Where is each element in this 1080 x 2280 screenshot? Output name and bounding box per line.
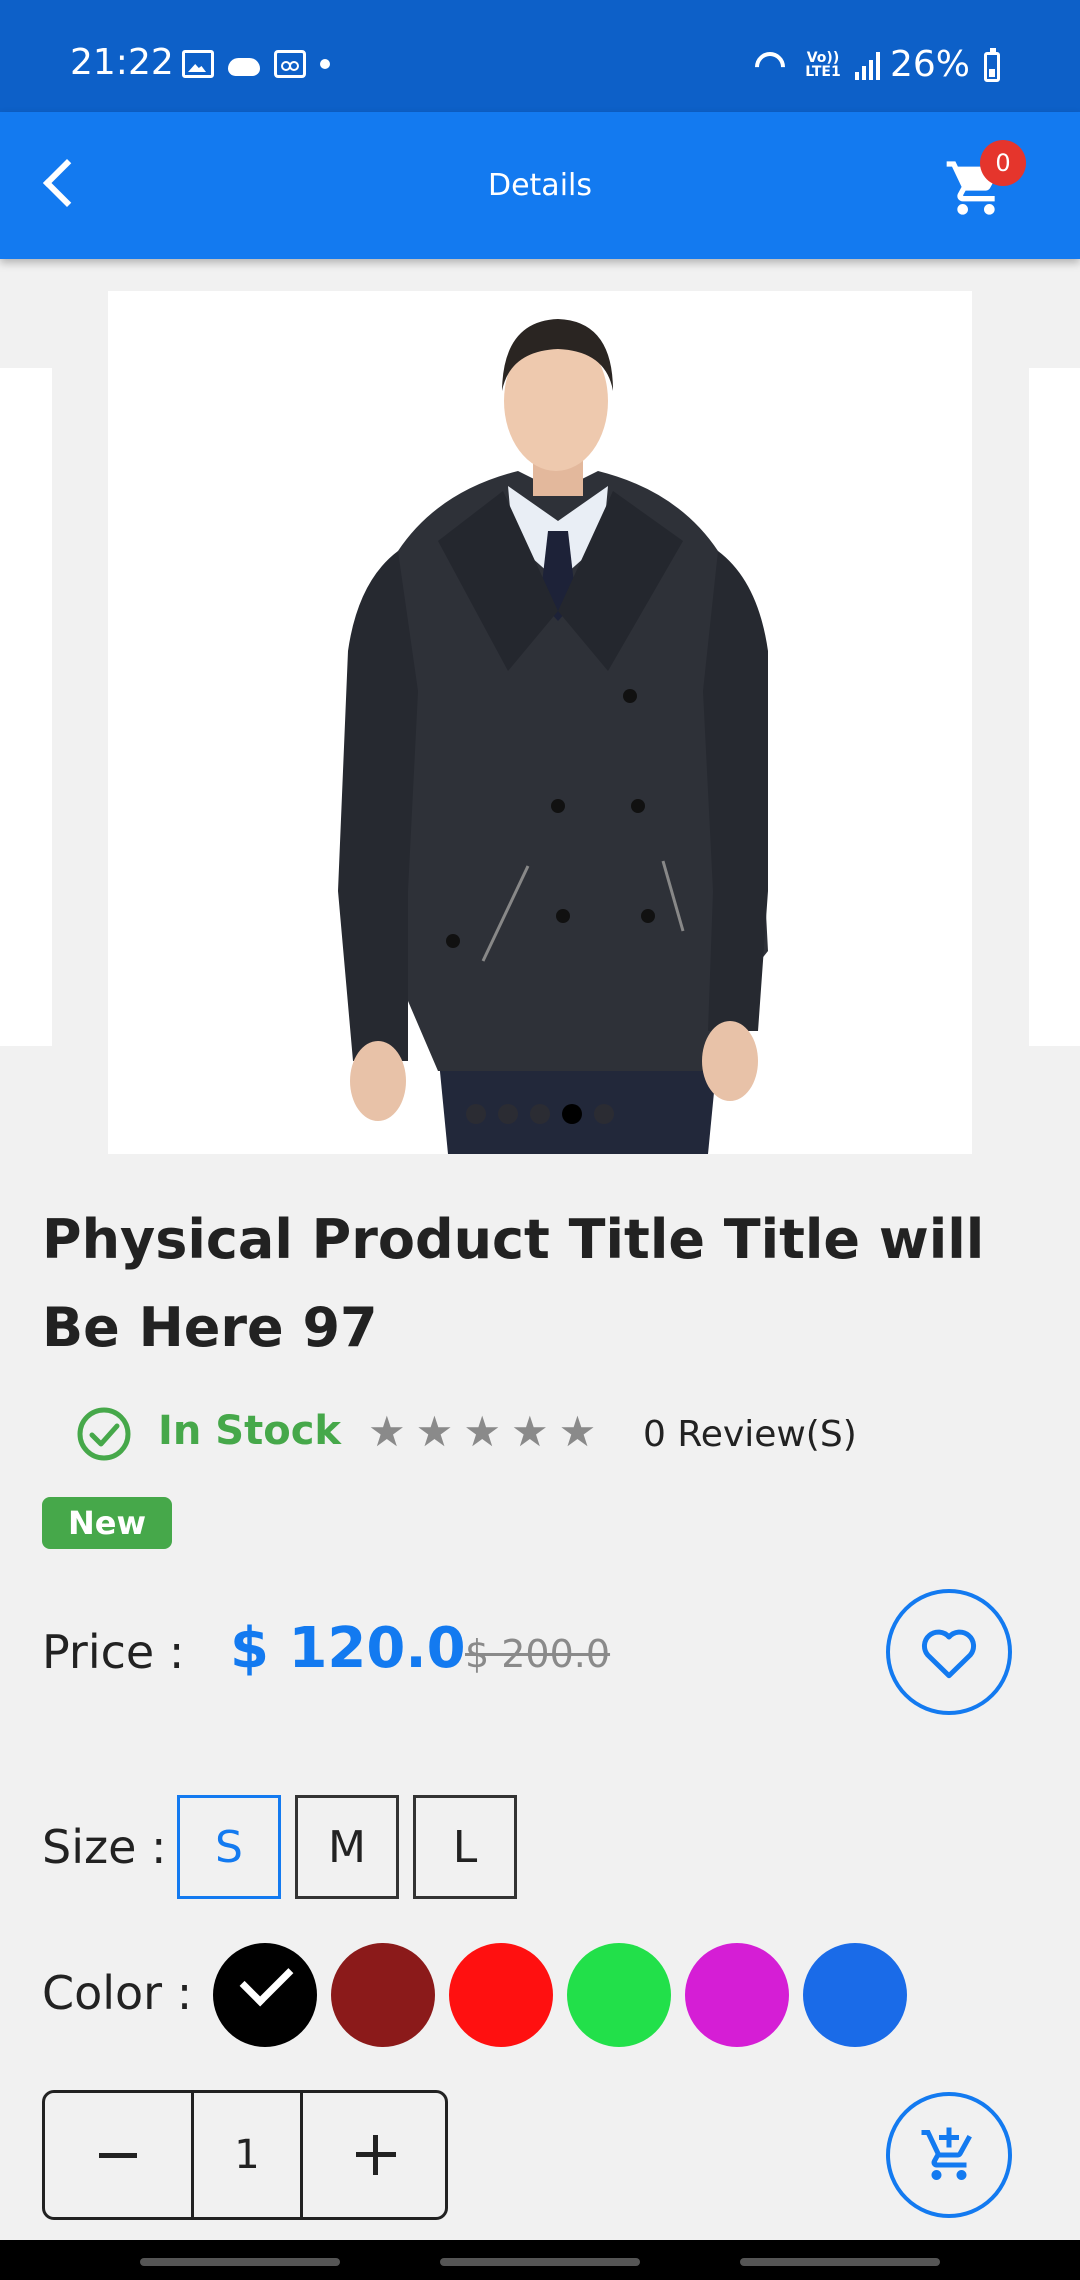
- app-bar: Details: [0, 112, 1080, 259]
- carousel-dot[interactable]: [530, 1104, 550, 1124]
- system-nav-bar: [0, 2240, 1080, 2280]
- size-label: Size :: [42, 1820, 167, 1874]
- check-icon: [239, 1952, 294, 2007]
- carousel-dot[interactable]: [594, 1104, 614, 1124]
- signal-icon: [854, 50, 880, 80]
- status-notification-icons: [182, 50, 330, 78]
- star-icon: ★: [415, 1407, 454, 1456]
- product-photo: [338, 319, 768, 1154]
- status-system-icons: Vo)) LTE1 26%: [751, 44, 970, 85]
- rating-stars: ★ ★ ★ ★ ★: [368, 1408, 596, 1456]
- color-swatch-green[interactable]: [567, 1943, 671, 2047]
- favorite-button[interactable]: [886, 1589, 1012, 1715]
- star-icon: ★: [558, 1407, 597, 1456]
- carousel-dot[interactable]: [466, 1104, 486, 1124]
- color-swatch-maroon[interactable]: [331, 1943, 435, 2047]
- dot-icon: [320, 59, 330, 69]
- carousel-dot[interactable]: [498, 1104, 518, 1124]
- check-circle-icon: [77, 1407, 131, 1461]
- status-time: 21:22: [70, 42, 174, 83]
- product-title: Physical Product Title Title will Be Her…: [42, 1208, 985, 1359]
- product-image[interactable]: [108, 291, 972, 1154]
- size-option-l[interactable]: L: [413, 1795, 517, 1899]
- cart-count-badge: 0: [980, 140, 1026, 186]
- status-bar: 21:22 Vo)) LTE1 26%: [0, 0, 1080, 112]
- price-original: $ 200.0: [465, 1632, 611, 1676]
- quantity-stepper: 1: [42, 2090, 448, 2220]
- star-icon: ★: [510, 1407, 549, 1456]
- gallery-icon: [182, 50, 214, 78]
- add-cart-icon: [921, 2127, 972, 2180]
- carousel-next-card[interactable]: [1029, 368, 1080, 1046]
- size-option-m[interactable]: M: [295, 1795, 399, 1899]
- color-label: Color :: [42, 1966, 193, 2020]
- heart-icon: [921, 1629, 977, 1679]
- cloud-icon: [228, 58, 260, 76]
- new-badge: New: [42, 1497, 172, 1549]
- carousel-dot-active[interactable]: [562, 1104, 582, 1124]
- color-swatch-black[interactable]: [213, 1943, 317, 2047]
- price-label: Price :: [42, 1625, 185, 1679]
- decrease-quantity-button[interactable]: [45, 2093, 194, 2217]
- page-title: Details: [487, 168, 592, 203]
- wifi-icon: [751, 50, 791, 80]
- star-icon: ★: [368, 1407, 406, 1456]
- price-current: $ 120.0: [230, 1616, 466, 1681]
- star-icon: ★: [463, 1407, 501, 1456]
- color-swatch-blue[interactable]: [803, 1943, 907, 2047]
- reviews-count[interactable]: 0 Review(S): [643, 1414, 857, 1455]
- plus-icon: [355, 2135, 396, 2175]
- color-swatch-magenta[interactable]: [685, 1943, 789, 2047]
- add-to-cart-button[interactable]: [886, 2092, 1012, 2218]
- increase-quantity-button[interactable]: [300, 2093, 448, 2217]
- battery-icon: [984, 48, 1000, 82]
- voicemail-icon: [274, 50, 306, 78]
- carousel-indicator: [0, 1104, 1080, 1124]
- network-label: Vo)) LTE1: [805, 49, 841, 80]
- minus-icon: [99, 2152, 137, 2158]
- stock-status: In Stock: [158, 1408, 342, 1454]
- battery-percent: 26%: [889, 44, 970, 85]
- carousel-prev-card[interactable]: [0, 368, 52, 1046]
- color-swatch-red[interactable]: [449, 1943, 553, 2047]
- quantity-value: 1: [234, 2132, 260, 2178]
- size-option-s[interactable]: S: [177, 1795, 281, 1899]
